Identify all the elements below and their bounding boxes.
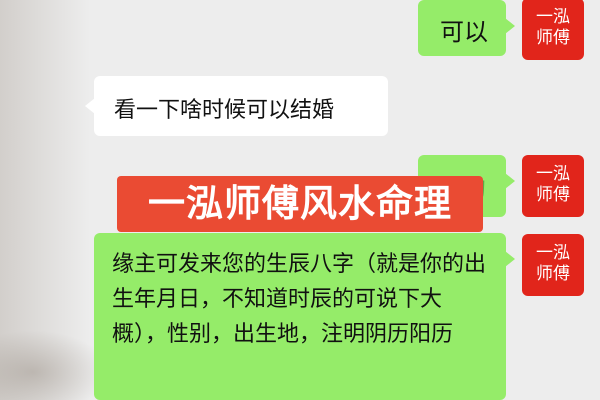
- message-text: 可以: [440, 18, 488, 46]
- chat-screen: 可以 一泓 师傅 看一下啥时候可以结婚 好的 一泓 师傅 缘主可发来您的生辰八字…: [0, 0, 600, 400]
- avatar-label-line2: 师傅: [536, 28, 570, 48]
- avatar[interactable]: 一泓 师傅: [522, 0, 584, 60]
- avatar-label-line1: 一泓: [536, 164, 570, 184]
- message-text: 缘主可发来您的生辰八字（就是你的出生年月日，不知道时辰的可说下大概），性别，出生…: [112, 252, 487, 347]
- avatar-label-line1: 一泓: [536, 7, 570, 27]
- message-bubble-incoming[interactable]: 看一下啥时候可以结婚: [85, 76, 388, 136]
- avatar-label-line2: 师傅: [536, 264, 570, 284]
- avatar[interactable]: 一泓 师傅: [522, 155, 584, 217]
- avatar-label-line1: 一泓: [536, 243, 570, 263]
- watermark-banner: 一泓师傅风水命理: [117, 176, 483, 232]
- message-bubble-outgoing[interactable]: 可以: [418, 0, 515, 56]
- message-text: 看一下啥时候可以结婚: [114, 98, 335, 123]
- avatar[interactable]: 一泓 师傅: [522, 234, 584, 296]
- avatar-label-line2: 师傅: [536, 185, 570, 205]
- message-bubble-outgoing[interactable]: 缘主可发来您的生辰八字（就是你的出生年月日，不知道时辰的可说下大概），性别，出生…: [94, 233, 515, 400]
